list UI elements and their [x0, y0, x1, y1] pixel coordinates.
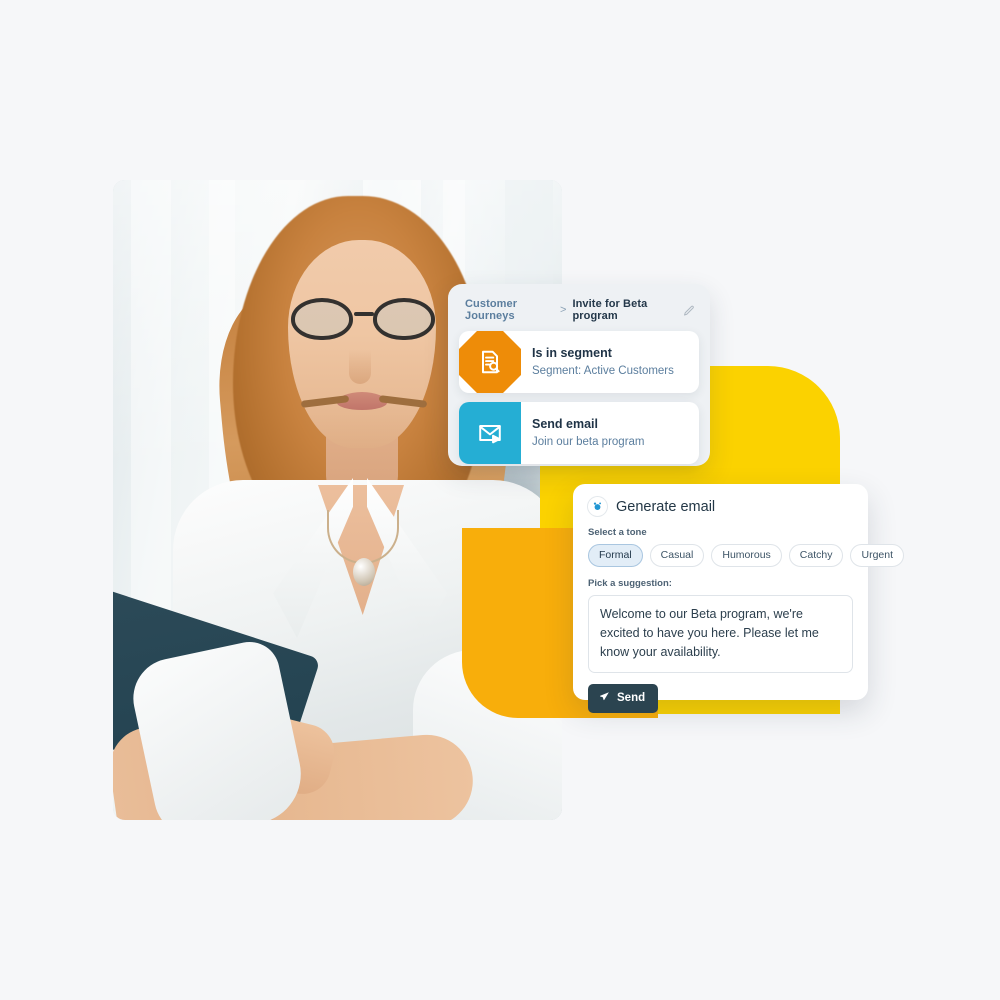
nose	[349, 350, 371, 384]
eyeglasses	[289, 298, 437, 408]
step-subtitle: Segment: Active Customers	[532, 364, 674, 377]
suggestion-textarea[interactable]: Welcome to our Beta program, we're excit…	[588, 595, 853, 673]
tone-options: Formal Casual Humorous Catchy Urgent	[588, 544, 904, 567]
breadcrumb: Customer Journeys > Invite for Beta prog…	[459, 296, 699, 331]
tone-chip-casual[interactable]: Casual	[649, 544, 705, 567]
step-title: Is in segment	[532, 345, 612, 360]
generate-email-title: Generate email	[616, 498, 716, 515]
suggestion-label: Pick a suggestion:	[588, 578, 672, 589]
step-icon-wrap	[459, 402, 521, 464]
segment-document-search-icon	[459, 331, 521, 393]
tone-chip-catchy[interactable]: Catchy	[788, 544, 844, 567]
step-title: Send email	[532, 416, 598, 431]
hero-photo	[113, 180, 562, 820]
send-button[interactable]: Send	[588, 684, 659, 713]
journey-step-card[interactable]: Send email Join our beta program	[459, 402, 699, 464]
breadcrumb-current: Invite for Beta program	[572, 298, 648, 322]
tone-label: Select a tone	[588, 527, 647, 538]
step-text: Send email Join our beta program	[521, 416, 655, 451]
tone-chip-urgent[interactable]: Urgent	[850, 544, 904, 567]
generate-email-card: Generate email Select a tone Formal Casu…	[573, 484, 904, 713]
ai-sparkle-icon	[588, 497, 607, 516]
face	[288, 240, 436, 448]
breadcrumb-root-link[interactable]: Customer Journeys	[465, 298, 554, 322]
send-button-label: Send	[617, 692, 646, 704]
tone-chip-formal[interactable]: Formal	[588, 544, 643, 567]
customer-journey-panel: Customer Journeys > Invite for Beta prog…	[448, 284, 710, 466]
paper-plane-icon	[599, 691, 610, 705]
glasses-bridge	[354, 312, 374, 316]
step-subtitle: Join our beta program	[532, 435, 645, 448]
promo-composition: Customer Journeys > Invite for Beta prog…	[0, 0, 1000, 1000]
pendant	[353, 558, 375, 586]
breadcrumb-separator: >	[560, 304, 567, 316]
step-icon-wrap	[459, 331, 521, 393]
lens-left	[291, 298, 353, 340]
pencil-icon[interactable]	[683, 304, 695, 316]
generate-email-header: Generate email	[588, 497, 853, 516]
lens-right	[373, 298, 435, 340]
send-email-icon	[459, 402, 521, 464]
step-text: Is in segment Segment: Active Customers	[521, 345, 684, 380]
tone-chip-humorous[interactable]: Humorous	[711, 544, 782, 567]
journey-step-card[interactable]: Is in segment Segment: Active Customers	[459, 331, 699, 393]
